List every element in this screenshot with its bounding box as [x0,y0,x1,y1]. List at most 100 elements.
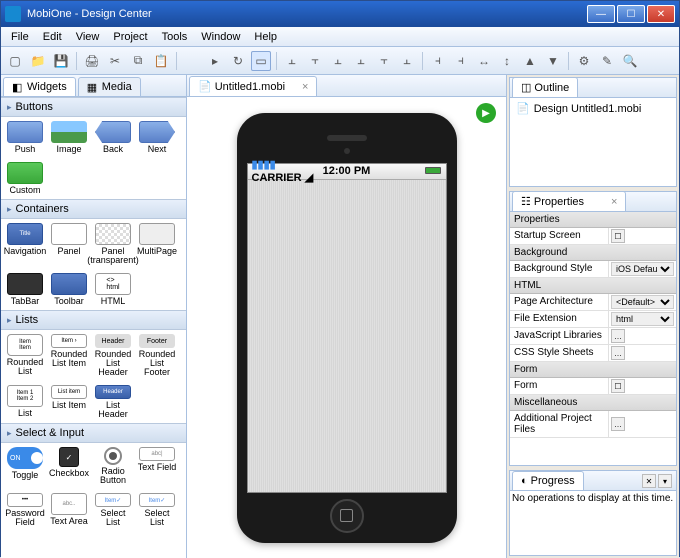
widget-image[interactable]: Image [49,121,89,154]
widget-checkbox[interactable]: ✓Checkbox [49,447,89,485]
widget-radio[interactable]: Radio Button [93,447,133,485]
form-button[interactable]: ☐ [611,379,625,393]
size-w-icon[interactable]: ↔ [474,51,494,71]
distribute-v-icon[interactable]: ⫞ [451,51,471,71]
widget-textarea[interactable]: abc..Text Area [49,493,89,527]
widget-navigation[interactable]: TitleNavigation [5,223,45,265]
page-icon: 📄 [516,102,530,115]
widget-rounded-list[interactable]: ItemItemRounded List [5,334,45,377]
align-center-icon[interactable]: ⫟ [305,51,325,71]
widget-list[interactable]: Item 1Item 2List [5,385,45,419]
widget-multipage[interactable]: MultiPage [137,223,177,265]
home-button[interactable] [330,499,364,533]
sync-icon[interactable]: ↻ [228,51,248,71]
widget-tabbar[interactable]: TabBar [5,273,45,306]
widget-next[interactable]: Next [137,121,177,154]
progress-clear-icon[interactable]: ✕ [642,474,656,488]
align-left-icon[interactable]: ⫠ [282,51,302,71]
widgets-panel: ◧Widgets ▦Media Buttons Push Image Back … [1,75,187,558]
copy-icon[interactable]: ⧉ [128,51,148,71]
paste-icon[interactable]: 📋 [151,51,171,71]
settings-icon[interactable]: ⚙ [574,51,594,71]
align-middle-icon[interactable]: ⫟ [374,51,394,71]
close-button[interactable]: ✕ [647,5,675,23]
save-icon[interactable]: 💾 [51,51,71,71]
menu-edit[interactable]: Edit [37,29,68,45]
widget-custom[interactable]: Custom [5,162,45,195]
minimize-button[interactable]: — [587,5,615,23]
widget-toolbar[interactable]: Toolbar [49,273,89,306]
menu-window[interactable]: Window [195,29,246,45]
phone-icon[interactable]: ▸ [205,51,225,71]
widget-panel[interactable]: Panel [49,223,89,265]
widget-select-list[interactable]: Item✓Select List [93,493,133,527]
status-bar: ▮▮▮▮ CARRIER ◢ 12:00 PM [248,164,446,180]
category-containers[interactable]: Containers [1,199,186,219]
align-top-icon[interactable]: ⫠ [351,51,371,71]
apple-icon[interactable] [182,51,202,71]
widget-panel-transparent[interactable]: Panel (transparent) [93,223,133,265]
menu-file[interactable]: File [5,29,35,45]
wifi-icon: ◢ [305,172,313,184]
menubar: File Edit View Project Tools Window Help [1,27,679,47]
widget-toggle[interactable]: ONToggle [5,447,45,485]
widget-select-list-2[interactable]: Item✓Select List [137,493,177,527]
jslib-button[interactable]: … [611,329,625,343]
align-right-icon[interactable]: ⫠ [328,51,348,71]
widget-rounded-list-item[interactable]: Item ›Rounded List Item [49,334,89,377]
menu-project[interactable]: Project [107,29,153,45]
bgstyle-select[interactable]: iOS Default (strip... [611,262,674,276]
design-mode-icon[interactable]: ▭ [251,51,271,71]
category-buttons[interactable]: Buttons [1,97,186,117]
right-panel: ◫Outline 📄Design Untitled1.mobi ☷Propert… [507,75,679,558]
align-bottom-icon[interactable]: ⫠ [397,51,417,71]
tab-outline[interactable]: ◫Outline [512,77,578,97]
distribute-h-icon[interactable]: ⫞ [428,51,448,71]
wand-icon[interactable]: ✎ [597,51,617,71]
fileext-select[interactable]: html [611,312,674,326]
widget-html[interactable]: <>htmlHTML [93,273,133,306]
new-icon[interactable]: ▢ [5,51,25,71]
toolbar: ▢ 📁 💾 🖨 ✂ ⧉ 📋 ▸ ↻ ▭ ⫠ ⫟ ⫠ ⫠ ⫟ ⫠ ⫞ ⫞ ↔ ↕ … [1,47,679,75]
editor-tab[interactable]: 📄Untitled1.mobi× [189,76,317,96]
menu-view[interactable]: View [70,29,106,45]
bring-front-icon[interactable]: ▲ [520,51,540,71]
widget-text-field[interactable]: abc|Text Field [137,447,177,485]
category-select-input[interactable]: Select & Input [1,423,186,443]
device-screen[interactable]: ▮▮▮▮ CARRIER ◢ 12:00 PM [247,163,447,493]
titlebar: MobiOne - Design Center — ☐ ✕ [1,1,679,27]
cut-icon[interactable]: ✂ [105,51,125,71]
app-icon [5,6,21,22]
widget-password[interactable]: •••Password Field [5,493,45,527]
tab-properties[interactable]: ☷Properties× [512,191,626,211]
startup-edit-button[interactable]: ☐ [611,229,625,243]
open-icon[interactable]: 📁 [28,51,48,71]
tab-media[interactable]: ▦Media [78,77,141,96]
widget-rounded-list-footer[interactable]: FooterRounded List Footer [137,334,177,377]
properties-icon: ☷ [521,195,531,208]
category-lists[interactable]: Lists [1,310,186,330]
maximize-button[interactable]: ☐ [617,5,645,23]
css-button[interactable]: … [611,346,625,360]
outline-root[interactable]: 📄Design Untitled1.mobi [512,100,674,117]
widget-list-item[interactable]: List itemList Item [49,385,89,419]
size-h-icon[interactable]: ↕ [497,51,517,71]
widget-rounded-list-header[interactable]: HeaderRounded List Header [93,334,133,377]
print-icon[interactable]: 🖨 [82,51,102,71]
send-back-icon[interactable]: ▼ [543,51,563,71]
progress-menu-icon[interactable]: ▾ [658,474,672,488]
close-tab-icon[interactable]: × [302,81,308,93]
addfiles-button[interactable]: … [611,417,625,431]
widget-back[interactable]: Back [93,121,133,154]
search-icon[interactable]: 🔍 [620,51,640,71]
run-button[interactable]: ▶ [476,103,496,123]
media-icon: ▦ [87,81,99,93]
widget-list-header[interactable]: HeaderList Header [93,385,133,419]
tab-progress[interactable]: ◐Progress [512,471,584,490]
design-canvas[interactable]: ▶ ▮▮▮▮ CARRIER ◢ 12:00 PM [187,97,506,558]
pagearch-select[interactable]: <Default> [611,295,674,309]
menu-help[interactable]: Help [248,29,283,45]
menu-tools[interactable]: Tools [156,29,194,45]
tab-widgets[interactable]: ◧Widgets [3,77,76,96]
widget-push[interactable]: Push [5,121,45,154]
